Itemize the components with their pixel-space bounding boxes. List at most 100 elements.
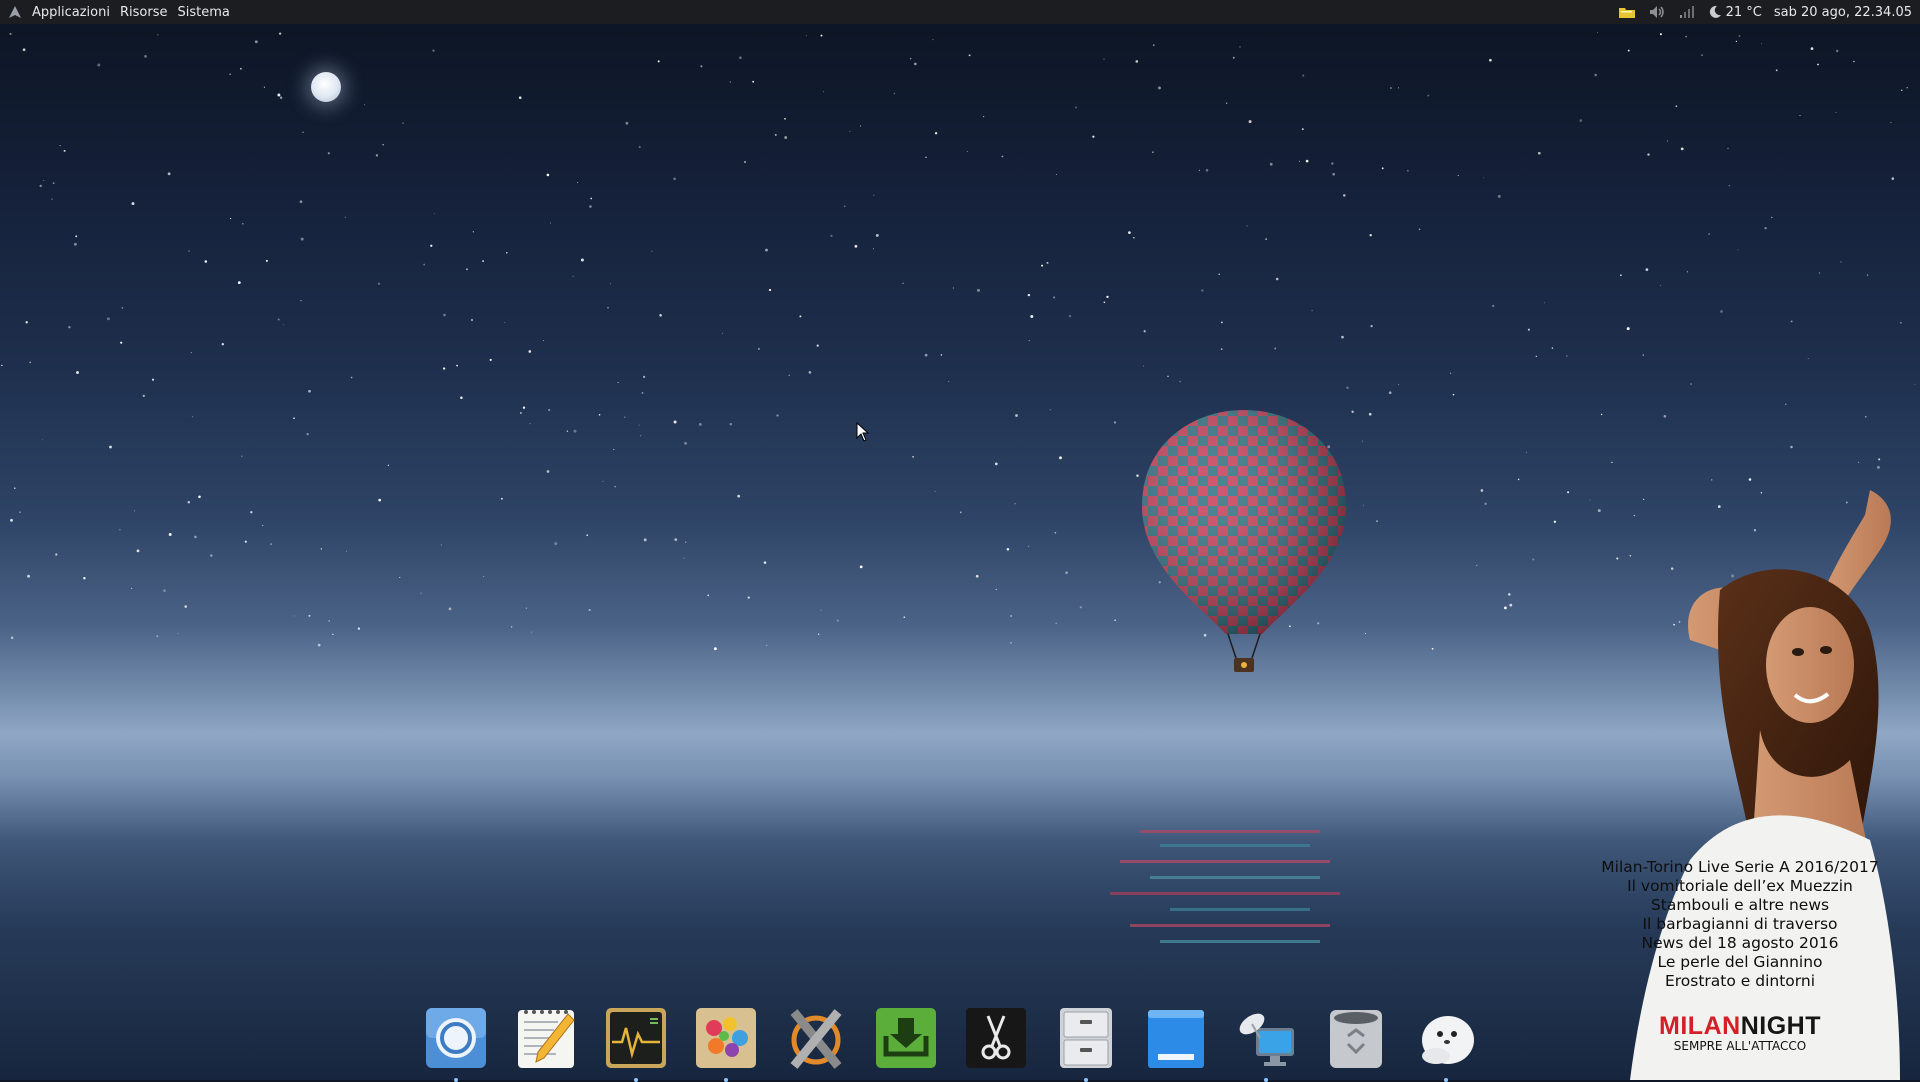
star xyxy=(19,511,21,513)
dock-download-manager[interactable] xyxy=(874,1006,938,1072)
dock-text-editor[interactable] xyxy=(514,1006,578,1072)
distro-logo-icon[interactable] xyxy=(8,5,22,19)
star xyxy=(106,317,110,321)
dock-network-app[interactable] xyxy=(1234,1006,1298,1082)
star xyxy=(156,635,159,638)
star xyxy=(1001,155,1004,158)
dock-seal-app[interactable] xyxy=(1414,1006,1478,1082)
star xyxy=(328,620,331,622)
star xyxy=(757,347,760,350)
star xyxy=(1597,31,1598,33)
star xyxy=(1225,102,1228,104)
news-item[interactable]: Il barbagianni di traverso xyxy=(1560,915,1920,934)
star xyxy=(1626,327,1630,331)
star xyxy=(1667,140,1669,142)
star xyxy=(1484,502,1487,505)
star xyxy=(765,248,768,252)
star xyxy=(377,282,381,285)
star xyxy=(1858,461,1860,463)
menu-applicazioni[interactable]: Applicazioni xyxy=(28,5,114,20)
dock-system-monitor[interactable] xyxy=(604,1006,668,1082)
star xyxy=(518,96,522,100)
star xyxy=(805,35,807,37)
star xyxy=(504,321,506,323)
menu-risorse[interactable]: Risorse xyxy=(116,5,172,20)
blue-window-icon xyxy=(1148,1010,1204,1068)
star xyxy=(1799,114,1801,117)
star xyxy=(42,439,44,441)
star xyxy=(1680,147,1684,151)
star xyxy=(1068,315,1072,318)
news-item[interactable]: Stambouli e altre news xyxy=(1560,896,1920,915)
star xyxy=(1027,545,1030,548)
clock[interactable]: sab 20 ago, 22.34.05 xyxy=(1774,5,1912,20)
star xyxy=(466,268,468,271)
news-item[interactable]: Milan-Torino Live Serie A 2016/2017 xyxy=(1560,858,1920,877)
folder-notification-icon[interactable] xyxy=(1618,5,1636,19)
star xyxy=(588,608,591,612)
star xyxy=(1450,372,1452,374)
star xyxy=(482,260,485,263)
star xyxy=(302,131,304,133)
star xyxy=(1906,86,1908,89)
star xyxy=(76,371,79,374)
star xyxy=(1369,233,1372,237)
star xyxy=(875,233,879,237)
star xyxy=(1817,63,1819,66)
star xyxy=(613,448,615,450)
dock-screenshot-tool[interactable] xyxy=(964,1006,1028,1072)
dock-compiz-config[interactable] xyxy=(784,1006,848,1072)
dock-chromium[interactable] xyxy=(424,1006,488,1082)
news-item[interactable]: News del 18 agosto 2016 xyxy=(1560,934,1920,953)
star xyxy=(242,222,244,225)
star xyxy=(1220,321,1223,324)
menu-sistema[interactable]: Sistema xyxy=(173,5,233,20)
star xyxy=(1864,415,1867,418)
network-signal-icon[interactable] xyxy=(1678,5,1696,19)
star xyxy=(1143,330,1146,333)
chromium-browser-icon xyxy=(426,1008,486,1068)
star xyxy=(471,319,473,321)
star xyxy=(187,501,191,504)
weather-indicator[interactable]: 21 °C xyxy=(1708,5,1762,20)
volume-icon[interactable] xyxy=(1648,5,1666,19)
star xyxy=(1103,58,1105,60)
star xyxy=(737,494,741,498)
star xyxy=(1840,261,1842,263)
mouse-pointer-icon xyxy=(856,422,870,442)
star xyxy=(1198,169,1200,171)
dock-file-manager[interactable] xyxy=(1054,1006,1118,1082)
star xyxy=(157,34,159,36)
star xyxy=(382,144,384,146)
star xyxy=(625,121,629,125)
star xyxy=(277,318,280,321)
star xyxy=(1331,162,1334,165)
dock-paint[interactable] xyxy=(694,1006,758,1082)
star xyxy=(1046,261,1049,264)
star xyxy=(752,80,755,83)
star xyxy=(1728,185,1731,187)
star xyxy=(1201,289,1204,292)
star xyxy=(432,49,435,52)
dock-trash[interactable] xyxy=(1324,1006,1388,1072)
news-item[interactable]: Il vomitoriale dell’ex Muezzin xyxy=(1560,877,1920,896)
star xyxy=(483,575,485,578)
star xyxy=(859,565,863,569)
star xyxy=(934,490,936,492)
news-item[interactable]: Le perle del Giannino xyxy=(1560,953,1920,972)
star xyxy=(27,574,31,578)
star xyxy=(237,281,241,284)
star xyxy=(643,375,646,378)
news-item[interactable]: Erostrato e dintorni xyxy=(1560,972,1920,991)
star xyxy=(912,455,915,458)
running-indicator xyxy=(1084,1078,1088,1082)
star xyxy=(1452,393,1455,396)
star xyxy=(1246,225,1248,227)
star xyxy=(977,288,980,292)
star xyxy=(151,378,155,381)
file-cabinet-icon xyxy=(1060,1008,1112,1068)
star xyxy=(529,422,531,425)
dock-window-app[interactable] xyxy=(1144,1006,1208,1072)
star xyxy=(109,445,112,449)
star xyxy=(550,222,552,224)
